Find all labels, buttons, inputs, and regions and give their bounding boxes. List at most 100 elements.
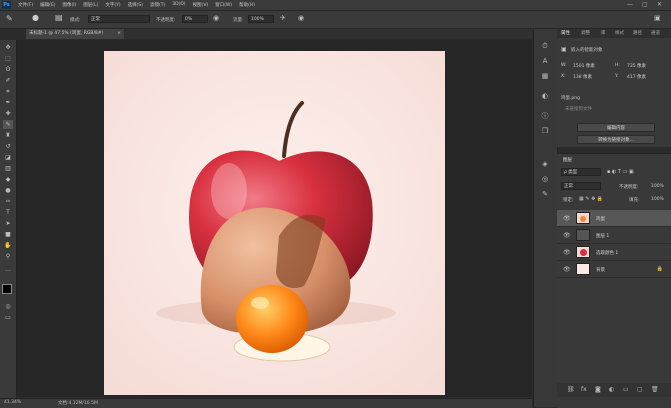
document-canvas[interactable] [104, 51, 445, 395]
opacity-input[interactable]: 0% [182, 15, 208, 23]
info-icon[interactable]: ⓘ [539, 111, 551, 122]
menu-type[interactable]: 文字(Y) [105, 2, 120, 8]
fx-icon[interactable]: fx [581, 386, 587, 393]
menu-edit[interactable]: 编辑(E) [40, 2, 55, 8]
menu-view[interactable]: 视图(V) [193, 2, 209, 8]
adjust-icon[interactable]: ◐ [539, 91, 551, 102]
swatches-icon[interactable]: ▦ [539, 71, 551, 82]
menu-3d[interactable]: 3D(D) [172, 2, 185, 8]
layer-opacity-value[interactable]: 100% [651, 184, 664, 189]
tab-adjustments[interactable]: 调整 [581, 30, 590, 36]
w-value[interactable]: 1501 像素 [573, 63, 595, 69]
link-icon[interactable]: ⛓ [567, 386, 575, 393]
layer-name[interactable]: 选取颜色 1 [596, 250, 618, 256]
y-value[interactable]: 417 像素 [627, 74, 646, 80]
eraser-icon[interactable]: ◪ [3, 153, 13, 162]
eye-icon[interactable]: 👁 [563, 215, 571, 222]
zoom-icon[interactable]: ⚲ [3, 252, 13, 261]
layer-row[interactable]: 👁 鸡蛋 [557, 210, 671, 227]
group-icon[interactable]: ▭ [623, 386, 629, 393]
x-value[interactable]: 138 像素 [573, 74, 592, 80]
layer-name[interactable]: 图层 1 [596, 233, 609, 239]
screen-mode-icon[interactable]: ▭ [3, 313, 13, 322]
shape-icon[interactable]: ■ [3, 230, 13, 239]
layer-row[interactable]: 👁 图层 1 [557, 227, 671, 244]
eye-icon[interactable]: 👁 [563, 232, 571, 239]
menu-file[interactable]: 文件(F) [18, 2, 33, 8]
tab-channels[interactable]: 通道 [651, 30, 660, 36]
paths-icon[interactable]: ✎ [539, 189, 551, 200]
menu-window[interactable]: 窗口(W) [215, 2, 232, 8]
workspace-icon[interactable]: ▣ [654, 14, 661, 22]
close-button[interactable]: ✕ [657, 1, 662, 8]
document-tab[interactable]: 未标题-1 @ 47.5% (鸡蛋, RGB/8#) × [26, 29, 124, 39]
h-value[interactable]: 735 像素 [627, 63, 646, 69]
convert-linked-button[interactable]: 转换为链接对象... [577, 135, 655, 144]
tab-paths[interactable]: 路径 [633, 30, 642, 36]
menu-filter[interactable]: 滤镜(T) [150, 2, 165, 8]
healing-icon[interactable]: ✚ [3, 109, 13, 118]
menu-layer[interactable]: 图层(L) [83, 2, 98, 8]
filter-icons[interactable]: ▪ ◐ T ▭ ▣ [607, 169, 634, 175]
character-icon[interactable]: A [539, 56, 551, 67]
history-icon[interactable]: ⏱ [539, 41, 551, 52]
layer-name[interactable]: 背景 [596, 267, 605, 273]
edit-contents-button[interactable]: 编辑内容 [577, 123, 655, 132]
eyedropper-icon[interactable]: ✒ [3, 98, 13, 107]
minimize-button[interactable]: — [627, 1, 633, 8]
layers-title[interactable]: 图层 [563, 157, 572, 163]
tab-styles[interactable]: 样式 [615, 30, 624, 36]
menu-select[interactable]: 选择(S) [128, 2, 143, 8]
h-label: H: [615, 63, 620, 68]
trash-icon[interactable]: 🗑 [651, 386, 659, 393]
blend-mode-select[interactable]: 正常 [561, 182, 601, 190]
fill-value[interactable]: 100% [651, 197, 664, 202]
zoom-level[interactable]: 41.34% [4, 400, 21, 405]
path-select-icon[interactable]: ➤ [3, 219, 13, 228]
quick-mask-icon[interactable]: ◎ [3, 302, 13, 311]
layer-name[interactable]: 鸡蛋 [596, 216, 605, 222]
adjustment-icon[interactable]: ◐ [609, 386, 614, 393]
lasso-icon[interactable]: ʘ [3, 65, 13, 74]
brush-preset-icon[interactable]: ● [32, 13, 39, 22]
eye-icon[interactable]: 👁 [563, 266, 571, 273]
layers-icon[interactable]: ◈ [539, 159, 551, 170]
quick-select-icon[interactable]: ✐ [3, 76, 13, 85]
pressure-opacity-icon[interactable]: ◉ [213, 14, 219, 22]
type-icon[interactable]: T [3, 208, 13, 217]
tab-properties[interactable]: 属性 [561, 30, 570, 36]
menu-help[interactable]: 帮助(H) [239, 2, 255, 8]
crop-icon[interactable]: ⌗ [3, 87, 13, 96]
gradient-icon[interactable]: ▥ [3, 164, 13, 173]
airbrush-icon[interactable]: ✈ [280, 14, 286, 22]
tab-close-icon[interactable]: × [117, 29, 121, 39]
tab-libraries[interactable]: 库 [601, 30, 606, 36]
menu-image[interactable]: 图像(I) [62, 2, 76, 8]
flow-input[interactable]: 100% [248, 15, 274, 23]
foreground-color-swatch[interactable] [2, 284, 12, 294]
cube-icon[interactable]: ❒ [539, 126, 551, 137]
marquee-icon[interactable]: ⬚ [3, 54, 13, 63]
history-brush-icon[interactable]: ↺ [3, 142, 13, 151]
layer-row[interactable]: 👁 选取颜色 1 [557, 244, 671, 261]
pen-icon[interactable]: ✑ [3, 197, 13, 206]
dodge-icon[interactable]: ● [3, 186, 13, 195]
brush-icon[interactable]: ✎ [3, 120, 13, 129]
layer-filter-select[interactable]: ρ 类型 [561, 168, 601, 176]
hand-icon[interactable]: ✋ [3, 241, 13, 250]
blur-icon[interactable]: ◆ [3, 175, 13, 184]
new-layer-icon[interactable]: ▢ [637, 386, 643, 393]
brush-tool-icon[interactable]: ✎ [6, 14, 13, 23]
mask-icon[interactable]: ◙ [595, 386, 601, 393]
edit-toolbar-icon[interactable]: … [3, 265, 13, 274]
maximize-button[interactable]: ▢ [642, 1, 648, 8]
brush-panel-icon[interactable]: ▤ [55, 13, 63, 22]
eye-icon[interactable]: 👁 [563, 249, 571, 256]
channels-icon[interactable]: ◎ [539, 174, 551, 185]
mode-select[interactable]: 正常 [88, 15, 150, 23]
move-icon[interactable]: ✥ [3, 43, 13, 52]
lock-icons[interactable]: ▦ ✎ ✥ 🔒 [579, 196, 603, 202]
pressure-size-icon[interactable]: ◉ [298, 14, 304, 22]
stamp-icon[interactable]: ♜ [3, 131, 13, 140]
layer-row[interactable]: 👁 背景 🔒 [557, 261, 671, 278]
